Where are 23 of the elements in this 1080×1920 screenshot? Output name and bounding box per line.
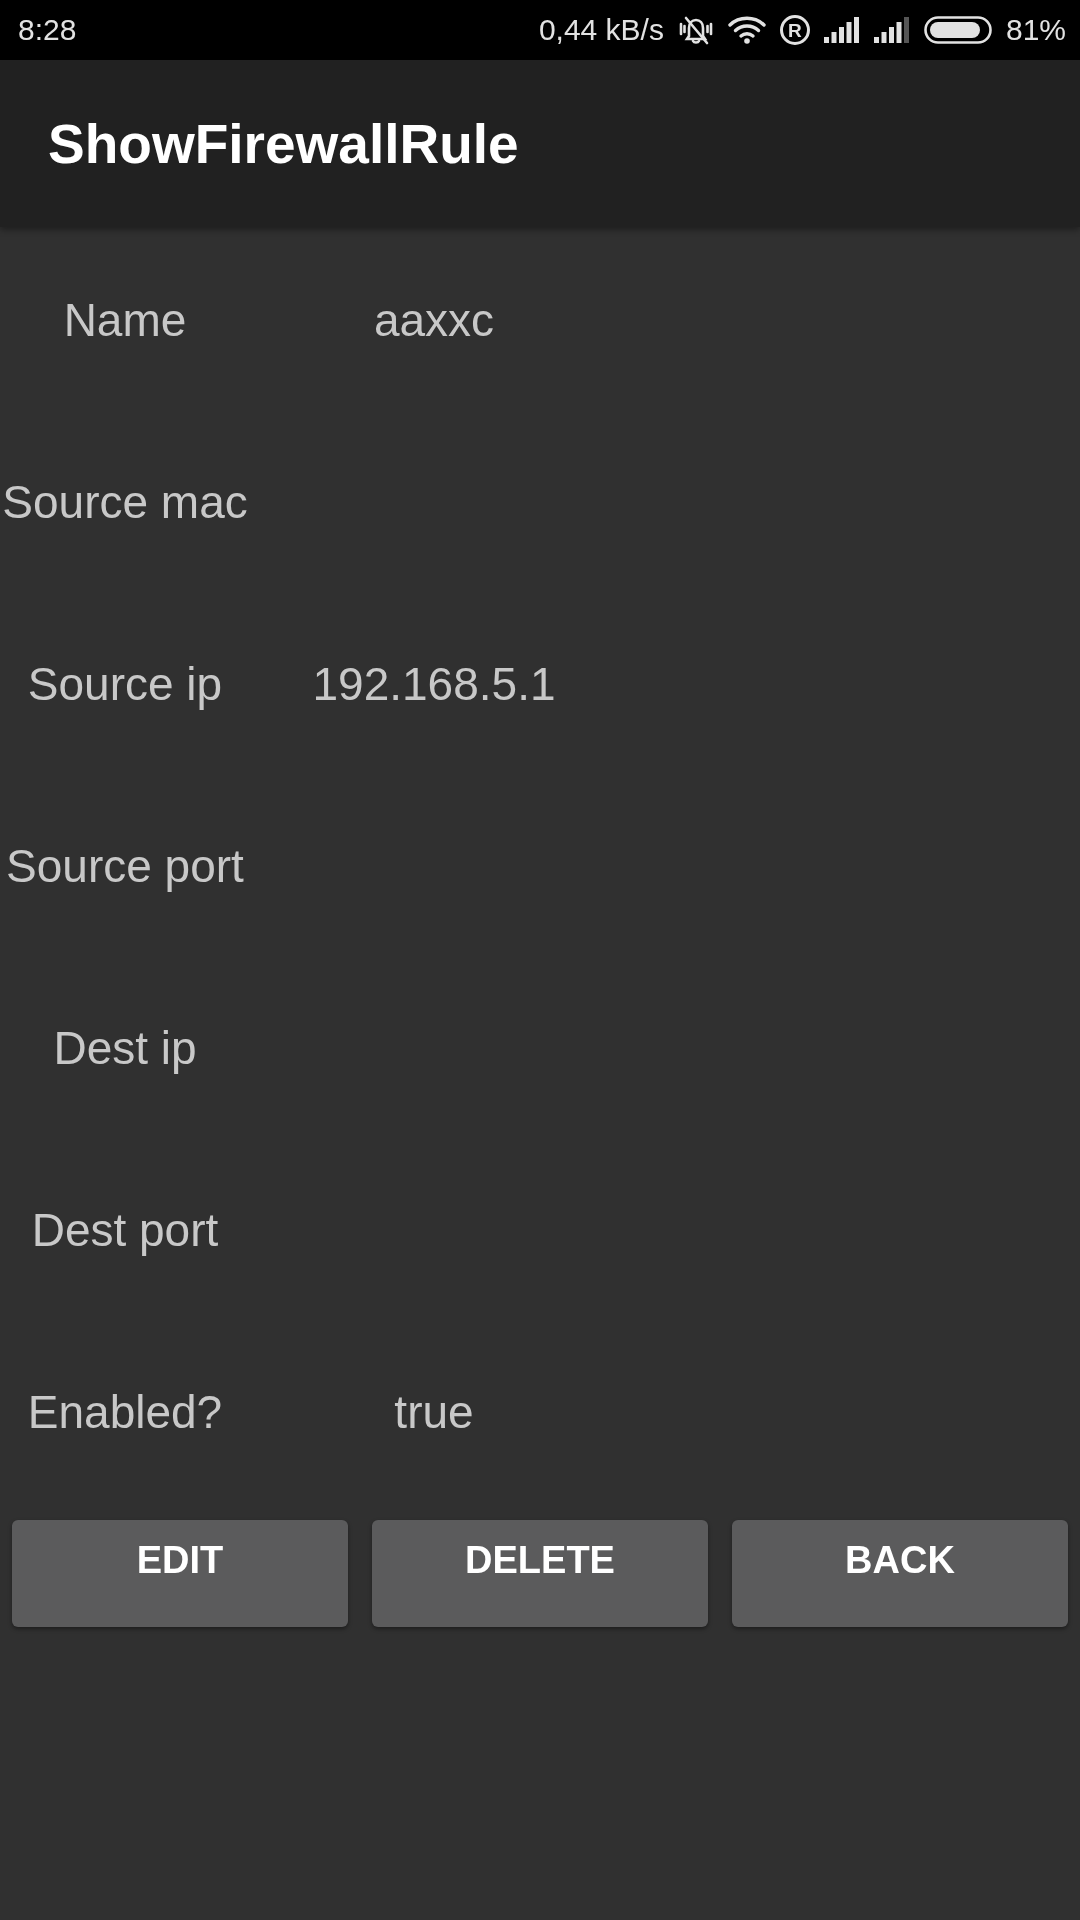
field-value: 192.168.5.1 — [312, 657, 556, 713]
signal-icon — [873, 17, 910, 43]
field-label: Enabled? — [27, 1385, 223, 1441]
action-button[interactable]: DELETE — [372, 1520, 708, 1627]
screen-title: ShowFirewallRule — [48, 111, 519, 177]
battery-icon — [923, 16, 992, 44]
field-label: Name — [63, 293, 187, 349]
action-button[interactable]: BACK — [732, 1520, 1068, 1627]
wifi-icon — [727, 16, 766, 44]
vibrate-mute-icon — [677, 15, 714, 45]
roaming-indicator: R — [779, 15, 810, 45]
battery-percent: 81% — [1005, 15, 1066, 45]
field-value: true — [394, 1385, 474, 1441]
field-label: Source mac — [2, 475, 248, 531]
field-label: Dest ip — [53, 1021, 197, 1077]
action-button[interactable]: EDIT — [12, 1520, 348, 1627]
network-speed: 0,44 kB/s — [538, 15, 664, 45]
signal-icon — [823, 17, 860, 43]
field-value: aaxxc — [373, 293, 495, 349]
status-time: 8:28 — [18, 15, 77, 45]
field-label: Dest port — [31, 1203, 219, 1259]
field-label: Source ip — [27, 657, 223, 713]
field-label: Source port — [6, 839, 244, 895]
